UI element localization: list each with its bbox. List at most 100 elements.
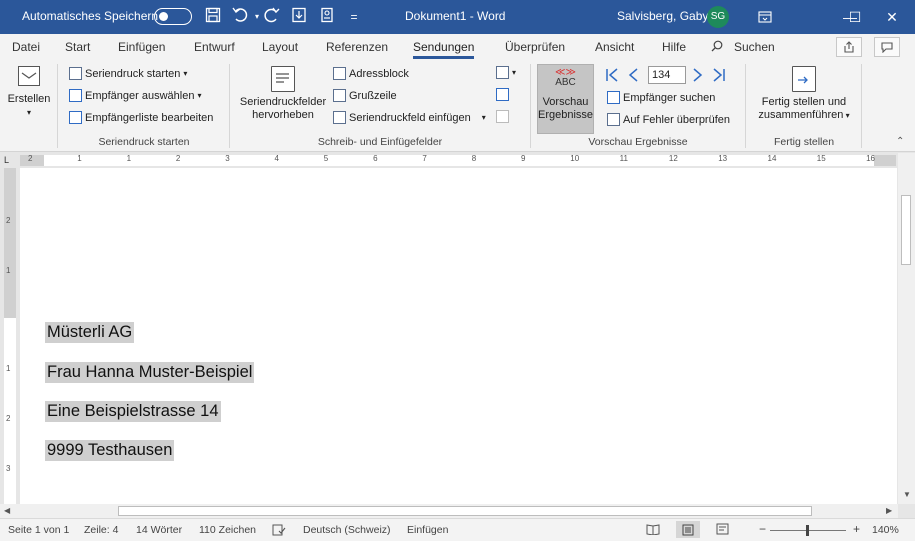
avatar[interactable]: SG [707,6,729,28]
user-name[interactable]: Salvisberg, Gaby [617,9,708,23]
print-layout-icon[interactable] [676,521,700,538]
web-layout-icon[interactable] [716,523,730,538]
language-indicator[interactable]: Deutsch (Schweiz) [303,524,391,536]
vertical-scrollbar[interactable]: ▼ [898,153,915,504]
vertical-ruler: 2 1 1 2 3 [4,168,16,504]
separator [530,64,531,148]
customize-qat-icon[interactable]: = [344,7,364,27]
ruler-number: 10 [570,154,580,163]
scroll-left-icon[interactable]: ◀ [4,506,10,515]
ruler-numbers: 211234567891011121314151617 [20,154,896,165]
ribbon-tabs: Datei Start Einfügen Entwurf Layout Refe… [0,34,915,60]
save-icon[interactable] [203,7,223,27]
check-errors-label: Auf Fehler überprüfen [623,113,731,126]
search-icon[interactable] [711,40,723,55]
ruler-number: 2 [175,154,181,163]
vruler-number: 2 [6,414,11,423]
tab-ueberpruefen[interactable]: Überprüfen [505,40,565,54]
tab-start[interactable]: Start [65,40,90,54]
find-recipient-button[interactable]: Empfänger suchen [607,91,715,104]
ruler-number: 1 [126,154,132,163]
scroll-down-icon[interactable]: ▼ [903,490,911,499]
edit-list-icon [69,111,82,124]
finish-label-2: zusammenführen [758,109,844,121]
tab-datei[interactable]: Datei [12,40,40,54]
finish-merge-button[interactable]: Fertig stellen und zusammenführen ▾ [752,66,856,122]
select-recipients-button[interactable]: Empfänger auswählen ▾ [69,89,201,102]
finish-merge-icon [792,66,816,92]
rules-button[interactable]: ▾ [496,66,516,79]
save-as-icon[interactable] [289,7,309,27]
vruler-number: 1 [6,364,11,373]
share-button[interactable] [836,37,862,57]
start-mail-merge-button[interactable]: Seriendruck starten ▾ [69,67,187,80]
read-mode-icon[interactable] [646,523,660,538]
zoom-in-icon[interactable]: + [853,522,860,536]
record-number-input[interactable]: 134 [648,66,686,84]
previous-record-icon[interactable] [627,68,639,85]
address-line-name[interactable]: Frau Hanna Muster-Beispiel [45,362,255,383]
horizontal-scrollbar[interactable]: ◀ ▶ [0,504,898,518]
group-label-finish: Fertig stellen [773,136,835,148]
last-record-icon[interactable] [712,68,726,85]
greeting-line-label: Grußzeile [349,89,397,102]
highlight-merge-fields-button[interactable]: Seriendruckfelder hervorheben [236,66,330,122]
tab-ansicht[interactable]: Ansicht [595,40,634,54]
document-title: Dokument1 - Word [405,9,506,23]
ruler-number: 2 [28,154,33,163]
address-line-city[interactable]: 9999 Testhausen [45,440,175,461]
start-mail-merge-label: Seriendruck starten [85,67,181,80]
edit-recipient-list-button[interactable]: Empfängerliste bearbeiten [69,111,213,124]
horizontal-scroll-thumb[interactable] [118,506,812,516]
address-block-button[interactable]: Adressblock [333,67,409,80]
tab-einfuegen[interactable]: Einfügen [118,40,165,54]
separator [745,64,746,148]
address-line-street[interactable]: Eine Beispielstrasse 14 [45,401,221,422]
check-errors-button[interactable]: Auf Fehler überprüfen [607,113,730,126]
autosave-toggle[interactable] [154,8,192,25]
vertical-scroll-thumb[interactable] [901,195,911,265]
comments-button[interactable] [874,37,900,57]
status-bar: Seite 1 von 1 Zeile: 4 14 Wörter 110 Zei… [0,518,915,541]
ruler-number: 5 [323,154,329,163]
rules-icon [496,66,509,79]
zoom-out-icon[interactable]: − [759,522,766,536]
vertical-ruler-margin[interactable] [4,168,16,318]
insert-merge-field-button[interactable]: Seriendruckfeld einfügen ▾ [333,111,486,124]
tab-hilfe[interactable]: Hilfe [662,40,686,54]
zoom-slider-thumb[interactable] [806,525,809,536]
input-mode-indicator[interactable]: Einfügen [407,524,448,536]
toggle-knob [159,12,168,21]
search-label[interactable]: Suchen [734,40,775,54]
close-button[interactable]: ✕ [869,0,915,34]
zoom-level[interactable]: 140% [872,524,899,536]
insert-merge-field-label: Seriendruckfeld einfügen [349,111,471,124]
address-line-company[interactable]: Müsterli AG [45,322,135,343]
print-preview-icon[interactable] [317,7,337,27]
page-indicator[interactable]: Seite 1 von 1 [8,524,69,536]
proofing-icon[interactable] [272,524,286,539]
tab-referenzen[interactable]: Referenzen [326,40,388,54]
scroll-right-icon[interactable]: ▶ [886,506,892,515]
ruler-number: 1 [77,154,82,163]
first-record-icon[interactable] [605,68,619,85]
dropdown-icon: ▾ [843,111,850,120]
tab-layout[interactable]: Layout [262,40,298,54]
tab-sendungen[interactable]: Sendungen [413,40,475,59]
word-count[interactable]: 14 Wörter [136,524,182,536]
document-page[interactable]: Müsterli AG Frau Hanna Muster-Beispiel E… [20,168,897,504]
redo-icon[interactable] [262,7,282,27]
create-button[interactable]: Erstellen ▾ [6,66,52,119]
collapse-ribbon-icon[interactable]: ⌃ [896,136,904,147]
preview-label-1: Vorschau [542,96,589,108]
tab-selector-icon[interactable]: L [4,155,15,166]
next-record-icon[interactable] [692,68,704,85]
highlight-fields-icon [271,66,295,92]
character-count[interactable]: 110 Zeichen [199,524,256,536]
tab-entwurf[interactable]: Entwurf [194,40,235,54]
preview-results-button[interactable]: ≪≫ ABC Vorschau Ergebnisse [537,64,594,134]
greeting-line-button[interactable]: Grußzeile [333,89,397,102]
match-fields-button[interactable] [496,88,509,101]
line-indicator[interactable]: Zeile: 4 [84,524,118,536]
ribbon-display-options-icon[interactable] [742,0,788,34]
